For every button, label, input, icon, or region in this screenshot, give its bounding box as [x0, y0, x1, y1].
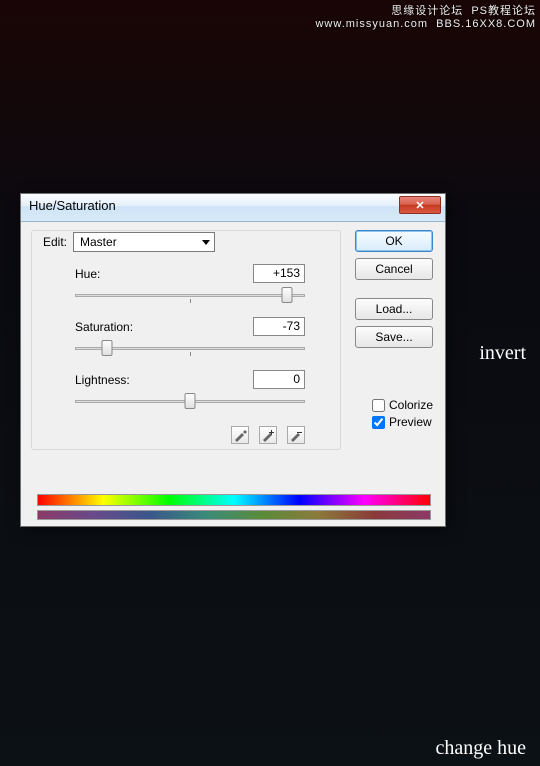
- edit-label: Edit:: [43, 235, 67, 249]
- hue-slider[interactable]: [75, 287, 305, 307]
- eyedropper-plus-icon[interactable]: [259, 426, 277, 444]
- hue-spectrum-bar: [37, 494, 431, 506]
- annotation-change-hue: change hue: [435, 737, 526, 760]
- eyedropper-icon[interactable]: [231, 426, 249, 444]
- load-button[interactable]: Load...: [355, 298, 433, 320]
- colorize-checkbox[interactable]: Colorize: [372, 398, 433, 412]
- dialog-titlebar[interactable]: Hue/Saturation ✕: [21, 194, 445, 222]
- lightness-slider-thumb[interactable]: [185, 393, 196, 409]
- saturation-slider[interactable]: [75, 340, 305, 360]
- ok-button[interactable]: OK: [355, 230, 433, 252]
- chevron-down-icon: [202, 240, 210, 245]
- colorize-label: Colorize: [389, 398, 433, 412]
- lightness-slider[interactable]: [75, 393, 305, 413]
- hue-saturation-dialog: Hue/Saturation ✕ Edit: Master Hue: +153: [20, 193, 446, 527]
- eyedropper-tools: [231, 426, 305, 444]
- close-button[interactable]: ✕: [399, 196, 441, 214]
- eyedropper-minus-icon[interactable]: [287, 426, 305, 444]
- preview-checkbox[interactable]: Preview: [372, 415, 433, 429]
- edit-channel-select[interactable]: Master: [73, 232, 215, 252]
- hue-slider-thumb[interactable]: [281, 287, 292, 303]
- edit-channel-value: Master: [80, 235, 117, 249]
- hue-result-bar: [37, 510, 431, 520]
- colorize-checkbox-input[interactable]: [372, 399, 385, 412]
- cancel-button[interactable]: Cancel: [355, 258, 433, 280]
- save-button[interactable]: Save...: [355, 326, 433, 348]
- preview-label: Preview: [389, 415, 432, 429]
- watermark-text: 思缘设计论坛 PS教程论坛 www.missyuan.com BBS.16XX8…: [315, 2, 536, 30]
- annotation-invert: invert: [479, 342, 526, 365]
- preview-checkbox-input[interactable]: [372, 416, 385, 429]
- saturation-slider-thumb[interactable]: [102, 340, 113, 356]
- dialog-title: Hue/Saturation: [29, 198, 116, 213]
- close-icon: ✕: [415, 199, 424, 212]
